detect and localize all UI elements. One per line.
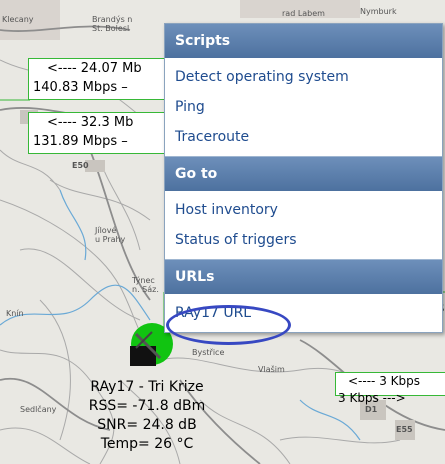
link-in-speed: <---- 24.07 Mb [47, 61, 142, 76]
menu-section-urls: URLs [165, 259, 442, 294]
menu-item-status-of-triggers[interactable]: Status of triggers [165, 225, 442, 255]
link-label-1: <---- 24.07 Mb 140.83 Mbps – [28, 58, 178, 100]
link-in-speed: <---- 3 Kbps [348, 374, 420, 388]
host-context-menu: Scripts Detect operating system Ping Tra… [164, 23, 443, 333]
road-label: E50 [72, 161, 89, 170]
host-temp: Temp= 26 °C [100, 436, 194, 452]
road-label: E55 [396, 425, 413, 434]
place-label: St. Bolesl [92, 24, 130, 33]
place-label: Bystřice [192, 348, 225, 357]
place-label: Sedlčany [20, 405, 57, 414]
place-label: u Prahy [95, 235, 126, 244]
link-in-speed: <---- 32.3 Mb [47, 115, 134, 130]
link-out-speed: 3 Kbps ---> [338, 391, 406, 405]
menu-section-scripts: Scripts [165, 24, 442, 58]
place-label: Vlašim [258, 365, 285, 374]
place-label: Brandýs n [92, 15, 133, 24]
place-label: rad Labem [282, 9, 325, 18]
menu-item-detect-os[interactable]: Detect operating system [165, 62, 442, 92]
place-label: Klecany [2, 15, 34, 24]
host-rss: RSS= -71.8 dBm [88, 398, 206, 414]
network-map: Klecany Brandýs n St. Bolesl Nymburk rad… [0, 0, 445, 464]
road-label: D1 [365, 405, 378, 414]
menu-item-host-inventory[interactable]: Host inventory [165, 195, 442, 225]
menu-item-ping[interactable]: Ping [165, 92, 442, 122]
link-label-3: <---- 3 Kbps 3 Kbps ---> [335, 372, 445, 405]
menu-item-traceroute[interactable]: Traceroute [165, 122, 442, 152]
link-out-speed: 140.83 Mbps – [33, 80, 128, 95]
place-label: Týnec [132, 276, 155, 285]
link-label-2: <---- 32.3 Mb 131.89 Mbps – [28, 112, 178, 154]
place-label: n. Sáz. [132, 285, 159, 294]
menu-section-goto: Go to [165, 156, 442, 191]
highlight-circle [166, 305, 291, 345]
host-snr: SNR= 24.8 dB [97, 417, 197, 433]
place-label: Nymburk [360, 7, 397, 16]
place-label: Knín [6, 309, 24, 318]
place-label: Jílové [95, 226, 117, 235]
host-name: RAy17 - Tri Krize [90, 379, 204, 395]
link-out-speed: 131.89 Mbps – [33, 134, 128, 149]
host-node-label: RAy17 - Tri Krize RSS= -71.8 dBm SNR= 24… [82, 378, 212, 454]
